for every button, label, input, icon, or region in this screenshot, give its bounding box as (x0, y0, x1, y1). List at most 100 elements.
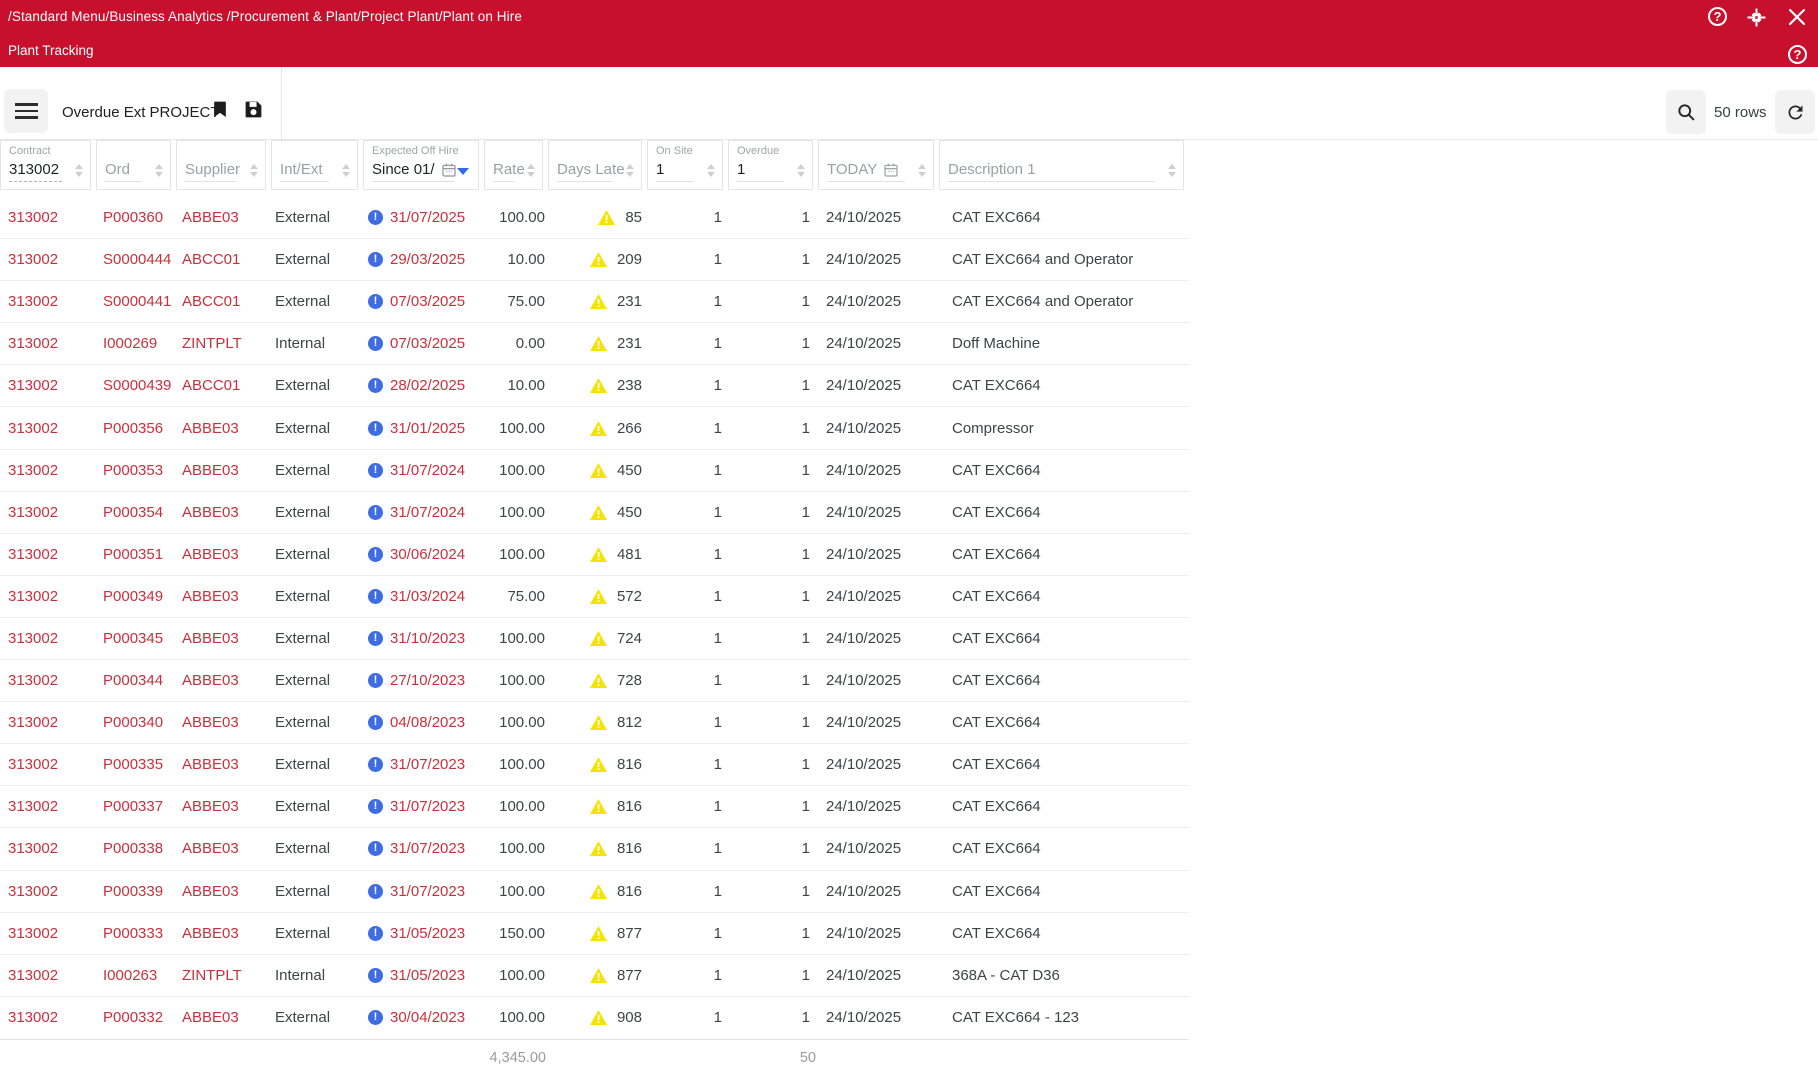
sort-icon[interactable] (342, 164, 350, 177)
help-icon-secondary[interactable]: ? (1788, 45, 1807, 64)
cell-supplier[interactable]: ABBE03 (176, 756, 271, 773)
expected-off-hire-date[interactable]: 31/10/2023 (390, 630, 465, 647)
filter-input[interactable]: Ord (105, 161, 162, 178)
cell-contract[interactable]: 313002 (0, 462, 96, 479)
table-row[interactable]: 313002 P000337 ABBE03 External ! 31/07/2… (0, 786, 1189, 828)
expected-off-hire-date[interactable]: 31/07/2025 (390, 209, 465, 226)
table-row[interactable]: 313002 I000269 ZINTPLT Internal ! 07/03/… (0, 323, 1189, 365)
filter-input[interactable]: Int/Ext (280, 161, 349, 178)
cell-supplier[interactable]: ABBE03 (176, 209, 271, 226)
cell-supplier[interactable]: ABCC01 (176, 251, 271, 268)
refresh-icon[interactable] (1775, 90, 1815, 134)
cell-ord[interactable]: P000332 (96, 1009, 176, 1026)
cell-contract[interactable]: 313002 (0, 798, 96, 815)
table-row[interactable]: 313002 P000345 ABBE03 External ! 31/10/2… (0, 618, 1189, 660)
filter-input[interactable]: Days Late (557, 161, 633, 178)
filter-input[interactable]: Supplier (185, 161, 257, 178)
cell-supplier[interactable]: ABBE03 (176, 546, 271, 563)
expected-off-hire-date[interactable]: 29/03/2025 (390, 251, 465, 268)
cell-supplier[interactable]: ABCC01 (176, 377, 271, 394)
expected-off-hire-date[interactable]: 31/05/2023 (390, 925, 465, 942)
filter-input[interactable]: Description 1 (948, 161, 1175, 178)
table-row[interactable]: 313002 P000338 ABBE03 External ! 31/07/2… (0, 828, 1189, 870)
cell-supplier[interactable]: ZINTPLT (176, 967, 271, 984)
table-row[interactable]: 313002 P000344 ABBE03 External ! 27/10/2… (0, 660, 1189, 702)
table-row[interactable]: 313002 S0000444 ABCC01 External ! 29/03/… (0, 239, 1189, 281)
cell-contract[interactable]: 313002 (0, 377, 96, 394)
expected-off-hire-date[interactable]: 30/06/2024 (390, 546, 465, 563)
cell-contract[interactable]: 313002 (0, 630, 96, 647)
filter-on-site[interactable]: On Site 1 (647, 140, 723, 190)
sort-icon[interactable] (707, 164, 715, 177)
cell-ord[interactable]: P000356 (96, 420, 176, 437)
filter-input[interactable]: 1 (737, 161, 804, 178)
filter-input[interactable]: TODAY (827, 161, 925, 178)
filter-int-ext[interactable]: Int/Ext (271, 140, 358, 190)
cell-contract[interactable]: 313002 (0, 588, 96, 605)
filter-description[interactable]: Description 1 (939, 140, 1184, 190)
sort-icon[interactable] (527, 164, 535, 177)
filter-days-late[interactable]: Days Late (548, 140, 642, 190)
cell-contract[interactable]: 313002 (0, 1009, 96, 1026)
cell-supplier[interactable]: ABBE03 (176, 925, 271, 942)
table-row[interactable]: 313002 P000340 ABBE03 External ! 04/08/2… (0, 702, 1189, 744)
cell-contract[interactable]: 313002 (0, 335, 96, 352)
cell-supplier[interactable]: ABBE03 (176, 798, 271, 815)
sort-icon[interactable] (250, 164, 258, 177)
cell-ord[interactable]: P000333 (96, 925, 176, 942)
compress-icon[interactable] (1747, 8, 1766, 27)
cell-supplier[interactable]: ABBE03 (176, 462, 271, 479)
expected-off-hire-date[interactable]: 31/05/2023 (390, 967, 465, 984)
expected-off-hire-date[interactable]: 27/10/2023 (390, 672, 465, 689)
cell-ord[interactable]: P000344 (96, 672, 176, 689)
cell-supplier[interactable]: ABCC01 (176, 293, 271, 310)
sort-icon[interactable] (155, 164, 163, 177)
expected-off-hire-date[interactable]: 30/04/2023 (390, 1009, 465, 1026)
cell-contract[interactable]: 313002 (0, 925, 96, 942)
cell-contract[interactable]: 313002 (0, 420, 96, 437)
cell-supplier[interactable]: ZINTPLT (176, 335, 271, 352)
cell-supplier[interactable]: ABBE03 (176, 504, 271, 521)
table-row[interactable]: 313002 S0000441 ABCC01 External ! 07/03/… (0, 281, 1189, 323)
close-icon[interactable] (1788, 8, 1806, 26)
expected-off-hire-date[interactable]: 31/07/2023 (390, 883, 465, 900)
filter-ord[interactable]: Ord (96, 140, 171, 190)
search-icon[interactable] (1666, 90, 1706, 134)
table-row[interactable]: 313002 P000349 ABBE03 External ! 31/03/2… (0, 576, 1189, 618)
table-row[interactable]: 313002 P000360 ABBE03 External ! 31/07/2… (0, 197, 1189, 239)
cell-ord[interactable]: P000360 (96, 209, 176, 226)
cell-ord[interactable]: P000339 (96, 883, 176, 900)
expected-off-hire-date[interactable]: 31/07/2023 (390, 840, 465, 857)
cell-contract[interactable]: 313002 (0, 840, 96, 857)
save-icon[interactable] (243, 99, 264, 120)
expected-off-hire-date[interactable]: 28/02/2025 (390, 377, 465, 394)
expected-off-hire-date[interactable]: 31/07/2024 (390, 462, 465, 479)
bookmark-icon[interactable] (210, 99, 230, 120)
cell-contract[interactable]: 313002 (0, 251, 96, 268)
cell-contract[interactable]: 313002 (0, 504, 96, 521)
cell-ord[interactable]: S0000444 (96, 251, 176, 268)
sort-icon[interactable] (918, 164, 926, 177)
cell-supplier[interactable]: ABBE03 (176, 1009, 271, 1026)
cell-ord[interactable]: P000351 (96, 546, 176, 563)
cell-contract[interactable]: 313002 (0, 756, 96, 773)
expected-off-hire-date[interactable]: 04/08/2023 (390, 714, 465, 731)
expected-off-hire-date[interactable]: 07/03/2025 (390, 293, 465, 310)
sort-icon[interactable] (1168, 164, 1176, 177)
filter-input[interactable]: Since 01/ (372, 161, 470, 178)
expected-off-hire-date[interactable]: 31/03/2024 (390, 588, 465, 605)
filter-rate[interactable]: Rate (484, 140, 543, 190)
cell-ord[interactable]: P000349 (96, 588, 176, 605)
filter-input[interactable]: 313002 (9, 161, 82, 178)
cell-contract[interactable]: 313002 (0, 546, 96, 563)
cell-contract[interactable]: 313002 (0, 209, 96, 226)
table-row[interactable]: 313002 I000263 ZINTPLT Internal ! 31/05/… (0, 955, 1189, 997)
calendar-icon[interactable] (441, 162, 457, 178)
rows-count-label[interactable]: 50 rows (1714, 104, 1767, 121)
cell-supplier[interactable]: ABBE03 (176, 420, 271, 437)
cell-ord[interactable]: S0000439 (96, 377, 176, 394)
dropdown-icon[interactable] (457, 168, 469, 175)
table-row[interactable]: 313002 P000354 ABBE03 External ! 31/07/2… (0, 492, 1189, 534)
cell-contract[interactable]: 313002 (0, 967, 96, 984)
filter-today[interactable]: TODAY (818, 140, 934, 190)
